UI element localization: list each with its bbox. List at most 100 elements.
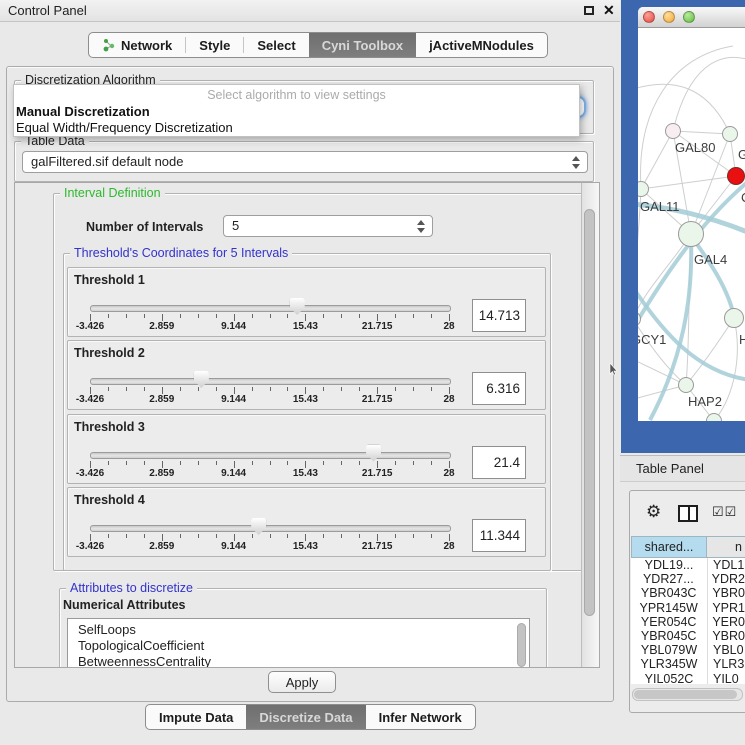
settings-vertical-scrollbar[interactable]	[581, 183, 599, 667]
network-window-titlebar[interactable]	[638, 7, 745, 28]
table-panel-titlebar: Table Panel	[620, 455, 745, 482]
threshold-slider-track[interactable]	[90, 525, 451, 532]
threshold-value-field[interactable]: 6.316	[472, 372, 526, 405]
table-row[interactable]: YBR045C YBR0	[631, 629, 745, 643]
tab-discretize-data[interactable]: Discretize Data	[246, 705, 365, 729]
network-node-ga[interactable]	[722, 126, 738, 142]
attribute-list-item[interactable]: BetweennessCentrality	[68, 654, 529, 668]
slider-tick	[126, 387, 127, 391]
table-scrollbar-thumb[interactable]	[634, 690, 737, 699]
zoom-traffic-light-icon[interactable]	[683, 11, 695, 23]
number-of-intervals-combobox[interactable]: 5	[223, 215, 433, 237]
settings-scrollbar-thumb[interactable]	[584, 209, 595, 616]
threshold-slider-track[interactable]	[90, 305, 451, 312]
network-node-hap2[interactable]	[678, 377, 694, 393]
table-row[interactable]: YDL19... YDL1	[631, 558, 745, 572]
apply-button[interactable]: Apply	[268, 671, 336, 693]
slider-tick	[287, 461, 288, 465]
cell-name: YER0	[706, 615, 745, 629]
attribute-list-item[interactable]: SelfLoops	[68, 622, 529, 638]
slider-tick	[108, 387, 109, 391]
slider-axis-label: -3.426	[76, 468, 104, 479]
cell-shared-name: YIL052C	[631, 672, 707, 685]
network-node-hi[interactable]	[724, 308, 744, 328]
network-window[interactable]: GAL80GACYGAL11GAL4GCY1HIHAP2	[638, 7, 745, 421]
slider-tick	[395, 534, 396, 538]
threshold-slider-thumb[interactable]	[194, 371, 209, 388]
table-horizontal-scrollbar[interactable]	[632, 688, 743, 701]
network-node-cy[interactable]	[727, 167, 745, 185]
slider-tick	[252, 534, 253, 538]
slider-tick	[449, 387, 450, 394]
table-rows[interactable]: YDL19... YDL1YDR27... YDR2YBR043C YBR0YP…	[631, 558, 745, 684]
minimize-traffic-light-icon[interactable]	[663, 11, 675, 23]
tab-select[interactable]: Select	[244, 33, 308, 57]
slider-tick	[162, 534, 163, 541]
threshold-slider-thumb[interactable]	[366, 445, 381, 462]
algorithm-placeholder-item[interactable]: Select algorithm to view settings	[14, 85, 579, 104]
slider-tick	[287, 534, 288, 538]
select-checkboxes-icon[interactable]: ☑☑	[712, 504, 737, 520]
slider-tick	[305, 534, 306, 541]
slider-tick	[413, 461, 414, 465]
threshold-value-field[interactable]: 11.344	[472, 519, 526, 552]
slider-tick	[377, 534, 378, 541]
slider-tick	[198, 314, 199, 318]
thresholds-group-title: Threshold's Coordinates for 5 Intervals	[70, 246, 292, 261]
control-panel-titlebar: Control Panel	[0, 0, 620, 22]
attributes-list-scrollbar[interactable]	[517, 622, 527, 668]
combo-arrows-icon	[417, 220, 425, 234]
slider-tick	[216, 387, 217, 391]
network-canvas[interactable]: GAL80GACYGAL11GAL4GCY1HIHAP2	[638, 28, 745, 421]
tab-cyni-toolbox[interactable]: Cyni Toolbox	[309, 33, 416, 57]
algorithm-option-equal-width[interactable]: Equal Width/Frequency Discretization	[14, 120, 579, 136]
slider-tick	[270, 461, 271, 465]
attributes-group-title: Attributes to discretize	[66, 581, 197, 596]
algorithm-option-manual[interactable]: Manual Discretization	[14, 104, 579, 120]
threshold-slider-thumb[interactable]	[251, 518, 266, 535]
threshold-value-field[interactable]: 14.713	[472, 299, 526, 332]
table-row[interactable]: YDR27... YDR2	[631, 572, 745, 586]
network-node-gal4[interactable]	[678, 221, 704, 247]
table-row[interactable]: YBR043C YBR0	[631, 586, 745, 600]
gear-icon[interactable]: ⚙	[646, 502, 661, 522]
table-row[interactable]: YIL052C YIL0	[631, 672, 745, 685]
threshold-value-field[interactable]: 21.4	[472, 446, 526, 479]
table-row[interactable]: YPR145W YPR1	[631, 601, 745, 615]
slider-tick	[180, 387, 181, 391]
slider-tick	[126, 461, 127, 465]
threshold-slider-track[interactable]	[90, 378, 451, 385]
column-header-name[interactable]: n	[707, 536, 745, 558]
tab-style[interactable]: Style	[186, 33, 243, 57]
numerical-attributes-heading: Numerical Attributes	[63, 598, 185, 612]
column-separator	[707, 558, 708, 684]
table-row[interactable]: YER054C YER0	[631, 615, 745, 629]
slider-tick	[431, 387, 432, 391]
tab-infer-network[interactable]: Infer Network	[366, 705, 475, 729]
tab-jactivemnodules[interactable]: jActiveMNodules	[416, 33, 547, 57]
slider-tick	[198, 387, 199, 391]
numerical-attributes-list[interactable]: SelfLoopsTopologicalCoefficientBetweenne…	[67, 618, 530, 668]
attribute-list-item[interactable]: TopologicalCoefficient	[68, 638, 529, 654]
tab-network[interactable]: Network	[89, 33, 185, 57]
slider-tick	[126, 534, 127, 538]
threshold-slider-thumb[interactable]	[290, 298, 305, 315]
table-row[interactable]: YBL079W YBL0	[631, 643, 745, 657]
tab-impute-data[interactable]: Impute Data	[146, 705, 246, 729]
float-window-icon[interactable]	[584, 6, 594, 15]
slider-tick	[431, 314, 432, 318]
network-node-gal80[interactable]	[665, 123, 681, 139]
table-data-combobox[interactable]: galFiltered.sif default node	[22, 151, 588, 173]
number-of-intervals-value: 5	[232, 218, 239, 233]
slider-axis-label: 2.859	[149, 468, 174, 479]
cell-name: YBR0	[706, 586, 745, 600]
column-header-shared-name[interactable]: shared...	[631, 536, 707, 558]
slider-tick	[377, 461, 378, 468]
number-of-intervals-label: Number of Intervals	[86, 220, 203, 234]
close-icon[interactable]: ✕	[603, 2, 615, 19]
network-node-label: GAL80	[675, 140, 715, 155]
table-row[interactable]: YLR345W YLR3	[631, 657, 745, 671]
columns-icon[interactable]	[678, 505, 698, 522]
close-traffic-light-icon[interactable]	[643, 11, 655, 23]
threshold-slider-track[interactable]	[90, 452, 451, 459]
